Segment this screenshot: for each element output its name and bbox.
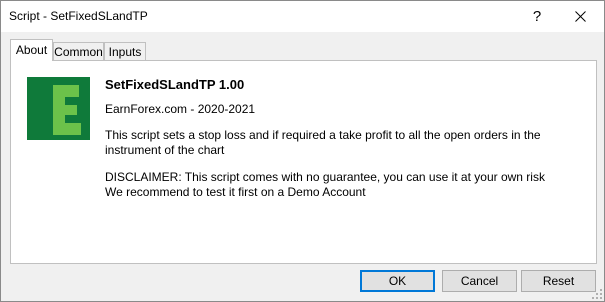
about-panel: SetFixedSLandTP 1.00 EarnForex.com - 202… [10,60,597,264]
window-title: Script - SetFixedSLandTP [9,9,148,23]
script-dialog: Script - SetFixedSLandTP ? About Common … [0,0,605,302]
cancel-button[interactable]: Cancel [442,270,517,292]
disclaimer-line-2: We recommend to test it first on a Demo … [105,185,366,199]
tab-inputs[interactable]: Inputs [104,42,146,60]
ok-button[interactable]: OK [360,270,435,292]
close-icon [574,11,586,22]
resize-grip-icon[interactable] [592,289,602,299]
title-bar[interactable]: Script - SetFixedSLandTP ? [1,1,604,32]
disclaimer-line-1: DISCLAIMER: This script comes with no gu… [105,170,545,184]
earnforex-logo-icon [27,77,90,140]
disclaimer-block: DISCLAIMER: This script comes with no gu… [105,170,575,200]
description-text: This script sets a stop loss and if requ… [105,128,541,157]
help-icon: ? [532,8,542,25]
reset-button[interactable]: Reset [521,270,596,292]
tab-common[interactable]: Common [53,42,104,60]
tab-about[interactable]: About [10,39,53,61]
script-name: SetFixedSLandTP 1.00 [105,77,245,92]
about-content: SetFixedSLandTP 1.00 EarnForex.com - 202… [105,77,575,200]
copyright-text: EarnForex.com - 2020-2021 [105,102,256,116]
close-button[interactable] [558,1,602,32]
help-button[interactable]: ? [515,1,559,32]
